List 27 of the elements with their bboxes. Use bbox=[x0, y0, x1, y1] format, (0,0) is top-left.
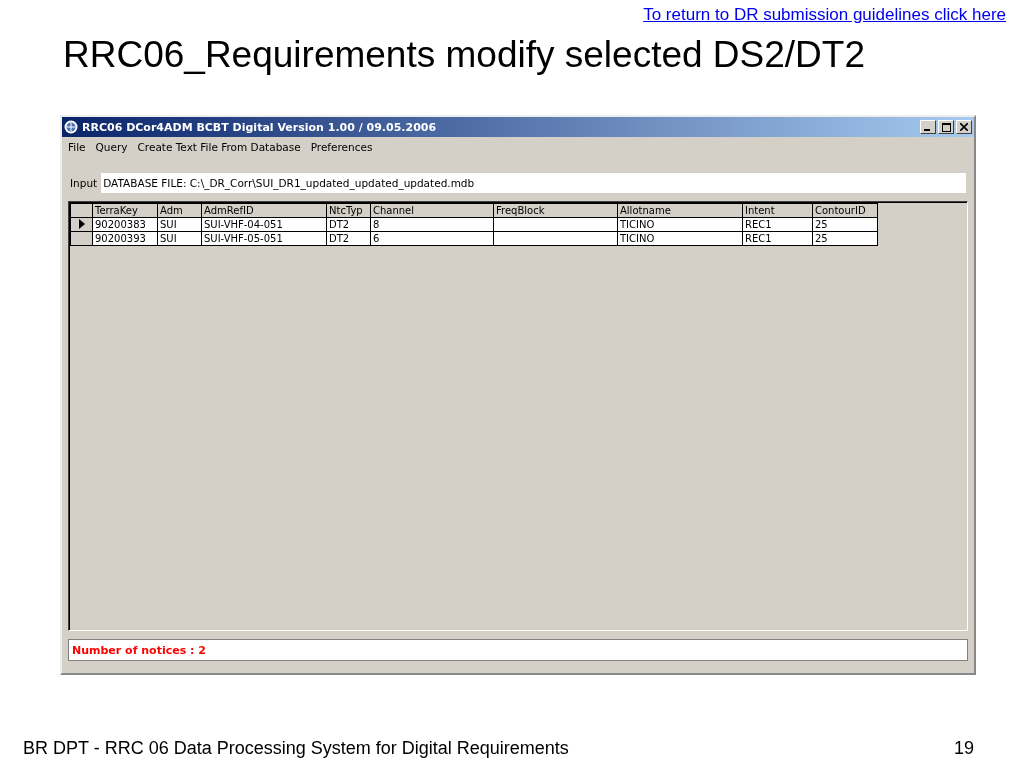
minimize-button[interactable] bbox=[920, 120, 936, 134]
column-header[interactable]: NtcTyp bbox=[326, 203, 371, 218]
close-icon bbox=[960, 123, 968, 131]
column-header[interactable]: TerraKey bbox=[92, 203, 158, 218]
column-header[interactable]: FreqBlock bbox=[493, 203, 618, 218]
column-header[interactable]: ContourID bbox=[812, 203, 878, 218]
column-header[interactable]: Adm bbox=[157, 203, 202, 218]
column-header[interactable]: Intent bbox=[742, 203, 813, 218]
input-field[interactable]: DATABASE FILE: C:\_DR_Corr\SUI_DR1_updated_updated_updated.mdb bbox=[101, 173, 966, 193]
menu-item[interactable]: Preferences bbox=[310, 141, 373, 155]
menu-item[interactable]: File bbox=[68, 141, 86, 155]
menu-item[interactable]: Query bbox=[95, 141, 128, 155]
guidelines-link[interactable]: To return to DR submission guidelines click here bbox=[643, 5, 1006, 25]
column-header[interactable]: AdmRefID bbox=[201, 203, 327, 218]
maximize-button[interactable] bbox=[938, 120, 954, 134]
globe-icon bbox=[64, 120, 78, 134]
input-label: Input bbox=[70, 177, 98, 189]
close-button[interactable] bbox=[956, 120, 972, 134]
menu-item[interactable]: Create Text File From Database bbox=[137, 141, 301, 155]
slide-title: RRC06_Requirements modify selected DS2/DT2 bbox=[63, 33, 866, 77]
window-title: RRC06 DCor4ADM BCBT Digital Version 1.00 / 09.05.2006 bbox=[82, 120, 437, 134]
column-header[interactable]: Channel bbox=[370, 203, 494, 218]
status-field: Number of notices : 2 bbox=[68, 639, 968, 661]
maximize-icon bbox=[941, 122, 951, 132]
footer-text: BR DPT - RRC 06 Data Processing System for Digital Requirements bbox=[23, 738, 569, 760]
column-header[interactable]: Allotname bbox=[617, 203, 743, 218]
page-number: 19 bbox=[953, 738, 974, 760]
